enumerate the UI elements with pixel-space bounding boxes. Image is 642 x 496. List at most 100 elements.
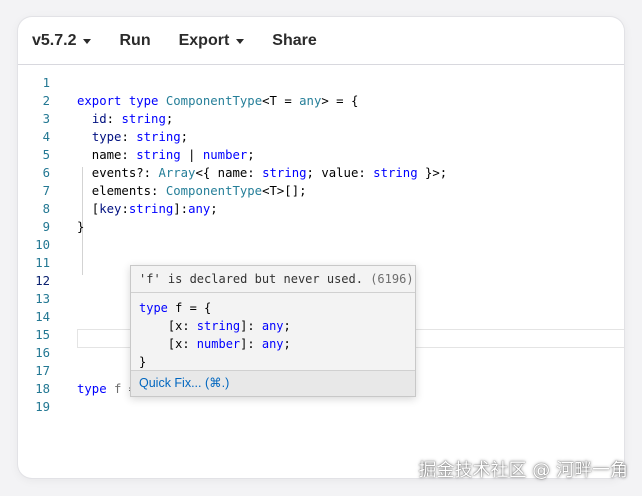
line-number: 18	[35, 382, 50, 396]
code-token: f = {	[167, 301, 212, 315]
code-token: ; value:	[306, 166, 374, 180]
line-number: 13	[35, 292, 50, 306]
code-token: ComponentType	[165, 94, 263, 108]
code-line[interactable]: 10	[18, 236, 624, 254]
code-token: ]:	[240, 319, 262, 333]
code-token: string	[262, 166, 307, 180]
code-token: :	[121, 130, 137, 144]
line-number: 16	[35, 346, 50, 360]
code-token: any	[188, 202, 211, 216]
code-token: string	[136, 148, 181, 162]
line-number: 7	[42, 184, 50, 198]
code-token: type	[128, 94, 159, 108]
code-token: }	[77, 220, 85, 234]
run-button[interactable]: Run	[119, 32, 150, 50]
line-code: type: string;	[77, 128, 188, 146]
code-token: |	[180, 148, 203, 162]
code-token: id	[91, 112, 107, 126]
type-preview-line: }	[139, 353, 415, 371]
code-token: ]:	[240, 337, 262, 351]
code-line[interactable]: 3 id: string;	[18, 110, 624, 128]
diagnostic-text: 'f' is declared but never used.	[139, 272, 363, 286]
code-token: elements:	[77, 184, 166, 198]
code-token: type	[139, 301, 168, 315]
code-token: > = {	[321, 94, 359, 108]
code-token: export	[77, 94, 122, 108]
share-label: Share	[272, 31, 317, 49]
code-token: name:	[77, 148, 137, 162]
code-token: number	[202, 148, 248, 162]
line-code: events?: Array<{ name: string; value: st…	[77, 164, 447, 182]
code-token: [x:	[139, 337, 197, 351]
type-preview-line: type f = {	[139, 299, 415, 317]
line-code: id: string;	[77, 110, 173, 128]
code-token: any	[261, 337, 284, 351]
code-line[interactable]: 7 elements: ComponentType<T>[];	[18, 182, 624, 200]
hover-tooltip: 'f' is declared but never used. (6196) t…	[130, 265, 416, 397]
line-number: 6	[42, 166, 50, 180]
quick-fix-link[interactable]: Quick Fix... (⌘.)	[131, 371, 415, 396]
export-label: Export	[178, 31, 230, 49]
export-dropdown[interactable]: Export	[179, 32, 245, 50]
line-number: 1	[42, 76, 50, 90]
code-token: Array	[158, 166, 196, 180]
line-code: elements: ComponentType<T>[];	[77, 182, 307, 200]
line-number: 4	[42, 130, 50, 144]
code-token: number	[196, 337, 241, 351]
line-number: 17	[35, 364, 50, 378]
code-token: [	[77, 202, 100, 216]
code-token: any	[299, 94, 322, 108]
line-code: export type ComponentType<T = any> = {	[77, 92, 358, 110]
code-token: events?:	[77, 166, 159, 180]
code-token: ;	[283, 319, 291, 333]
version-dropdown[interactable]: v5.7.2	[32, 31, 92, 50]
share-button[interactable]: Share	[272, 32, 316, 50]
code-token: string	[373, 166, 418, 180]
diagnostic-code: (6196)	[370, 272, 414, 286]
line-number: 12	[35, 274, 50, 288]
code-line[interactable]: 6 events?: Array<{ name: string; value: …	[18, 164, 624, 182]
type-preview: type f = { [x: string]: any; [x: number]…	[131, 293, 415, 371]
code-token: ;	[180, 130, 189, 144]
diagnostic-message: 'f' is declared but never used. (6196)	[131, 266, 415, 293]
chevron-down-icon	[236, 39, 245, 44]
code-token: :	[106, 112, 122, 126]
code-token: [x:	[139, 319, 197, 333]
code-token: }	[139, 355, 147, 369]
code-line[interactable]: 1	[18, 74, 624, 92]
playground-card: v5.7.2 Run Export Share 1 2 export type Co…	[18, 17, 624, 478]
code-line[interactable]: 2 export type ComponentType<T = any> = {	[18, 92, 624, 110]
line-number: 19	[35, 400, 50, 414]
line-number: 9	[42, 220, 50, 234]
code-token: type	[91, 130, 122, 144]
code-token: <T>[];	[262, 184, 307, 198]
code-line[interactable]: 19	[18, 398, 624, 416]
version-label: v5.7.2	[32, 31, 77, 49]
type-preview-line: [x: string]: any;	[139, 317, 415, 335]
line-number: 15	[35, 328, 50, 342]
line-code: name: string | number;	[77, 146, 255, 164]
code-line[interactable]: 5 name: string | number;	[18, 146, 624, 164]
code-line[interactable]: 8 [key:string]:any;	[18, 200, 624, 218]
line-code: }	[77, 218, 84, 236]
code-token: <T =	[262, 94, 300, 108]
code-token: ;	[210, 202, 218, 216]
line-number: 3	[42, 112, 50, 126]
code-token: key	[99, 202, 122, 216]
code-token: }>;	[417, 166, 448, 180]
run-label: Run	[119, 31, 151, 49]
code-token: ComponentType	[165, 184, 263, 198]
code-line[interactable]: 9}	[18, 218, 624, 236]
code-token: string	[136, 130, 181, 144]
code-token: ;	[283, 337, 291, 351]
chevron-down-icon	[83, 39, 92, 44]
code-token: string	[121, 112, 166, 126]
line-number: 10	[35, 238, 50, 252]
type-preview-line: [x: number]: any;	[139, 335, 415, 353]
code-token: ;	[247, 148, 255, 162]
code-token: any	[261, 319, 284, 333]
code-line[interactable]: 4 type: string;	[18, 128, 624, 146]
line-code: [key:string]:any;	[77, 200, 218, 218]
